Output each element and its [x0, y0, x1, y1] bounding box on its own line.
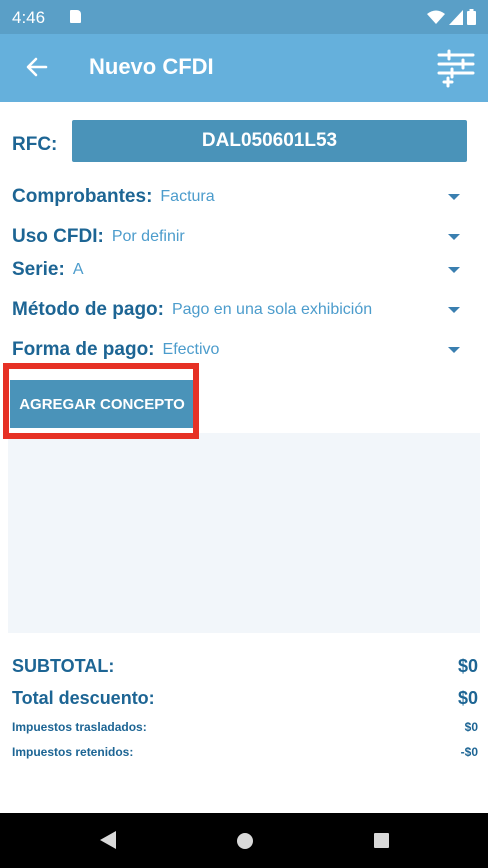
nav-back-icon[interactable] — [100, 831, 116, 849]
subtotal-value: $0 — [457, 656, 478, 676]
page-title: Nuevo CFDI — [89, 54, 214, 79]
filter-settings-icon[interactable] — [436, 48, 476, 88]
uso-cfdi-value: Por definir — [111, 228, 185, 245]
arrow-left-icon[interactable] — [24, 54, 50, 80]
forma-pago-label: Forma de pago: — [12, 339, 155, 360]
sim-card-icon — [70, 10, 81, 23]
concept-list — [8, 433, 480, 633]
descuento-label: Total descuento: — [12, 688, 155, 708]
status-time: 4:46 — [12, 8, 46, 27]
battery-icon — [467, 9, 476, 25]
status-icons — [427, 9, 476, 25]
dropdown-arrow-icon — [448, 234, 460, 240]
forma-pago-value: Efectivo — [162, 341, 220, 358]
signal-icon — [449, 10, 463, 25]
nav-home-icon[interactable] — [237, 833, 253, 849]
descuento-row: Total descuento: $0 — [12, 688, 478, 709]
serie-label: Serie: — [12, 259, 65, 280]
dropdown-arrow-icon — [448, 307, 460, 313]
serie-value: A — [72, 261, 84, 278]
dropdown-arrow-icon — [448, 194, 460, 200]
forma-pago-dropdown[interactable]: Forma de pago: Efectivo — [12, 335, 468, 365]
dropdown-arrow-icon — [448, 267, 460, 273]
metodo-pago-value: Pago en una sola exhibición — [171, 301, 373, 318]
comprobantes-value: Factura — [160, 188, 215, 205]
comprobantes-dropdown[interactable]: Comprobantes: Factura — [12, 182, 468, 212]
uso-cfdi-label: Uso CFDI: — [12, 226, 104, 247]
descuento-value: $0 — [457, 688, 478, 708]
app-bar: Nuevo CFDI — [0, 34, 488, 102]
wifi-icon — [427, 10, 445, 24]
subtotal-label: SUBTOTAL: — [12, 656, 115, 676]
rfc-value-field[interactable]: DAL050601L53 — [72, 120, 467, 162]
navigation-bar — [0, 813, 488, 868]
serie-dropdown[interactable]: Serie: A — [12, 255, 468, 285]
retenidos-row: Impuestos retenidos: -$0 — [12, 745, 478, 759]
nav-recents-icon[interactable] — [374, 833, 389, 848]
retenidos-label: Impuestos retenidos: — [12, 745, 134, 759]
status-bar: 4:46 — [0, 0, 488, 34]
subtotal-row: SUBTOTAL: $0 — [12, 656, 478, 677]
agregar-concepto-button[interactable]: AGREGAR CONCEPTO — [10, 380, 194, 428]
dropdown-arrow-icon — [448, 347, 460, 353]
rfc-label: RFC: — [12, 134, 58, 155]
metodo-pago-label: Método de pago: — [12, 299, 164, 320]
trasladados-value: $0 — [464, 720, 478, 734]
comprobantes-label: Comprobantes: — [12, 186, 153, 207]
trasladados-row: Impuestos trasladados: $0 — [12, 720, 478, 734]
trasladados-label: Impuestos trasladados: — [12, 720, 147, 734]
retenidos-value: -$0 — [460, 745, 478, 759]
uso-cfdi-dropdown[interactable]: Uso CFDI: Por definir — [12, 222, 468, 252]
metodo-pago-dropdown[interactable]: Método de pago: Pago en una sola exhibic… — [12, 295, 468, 325]
